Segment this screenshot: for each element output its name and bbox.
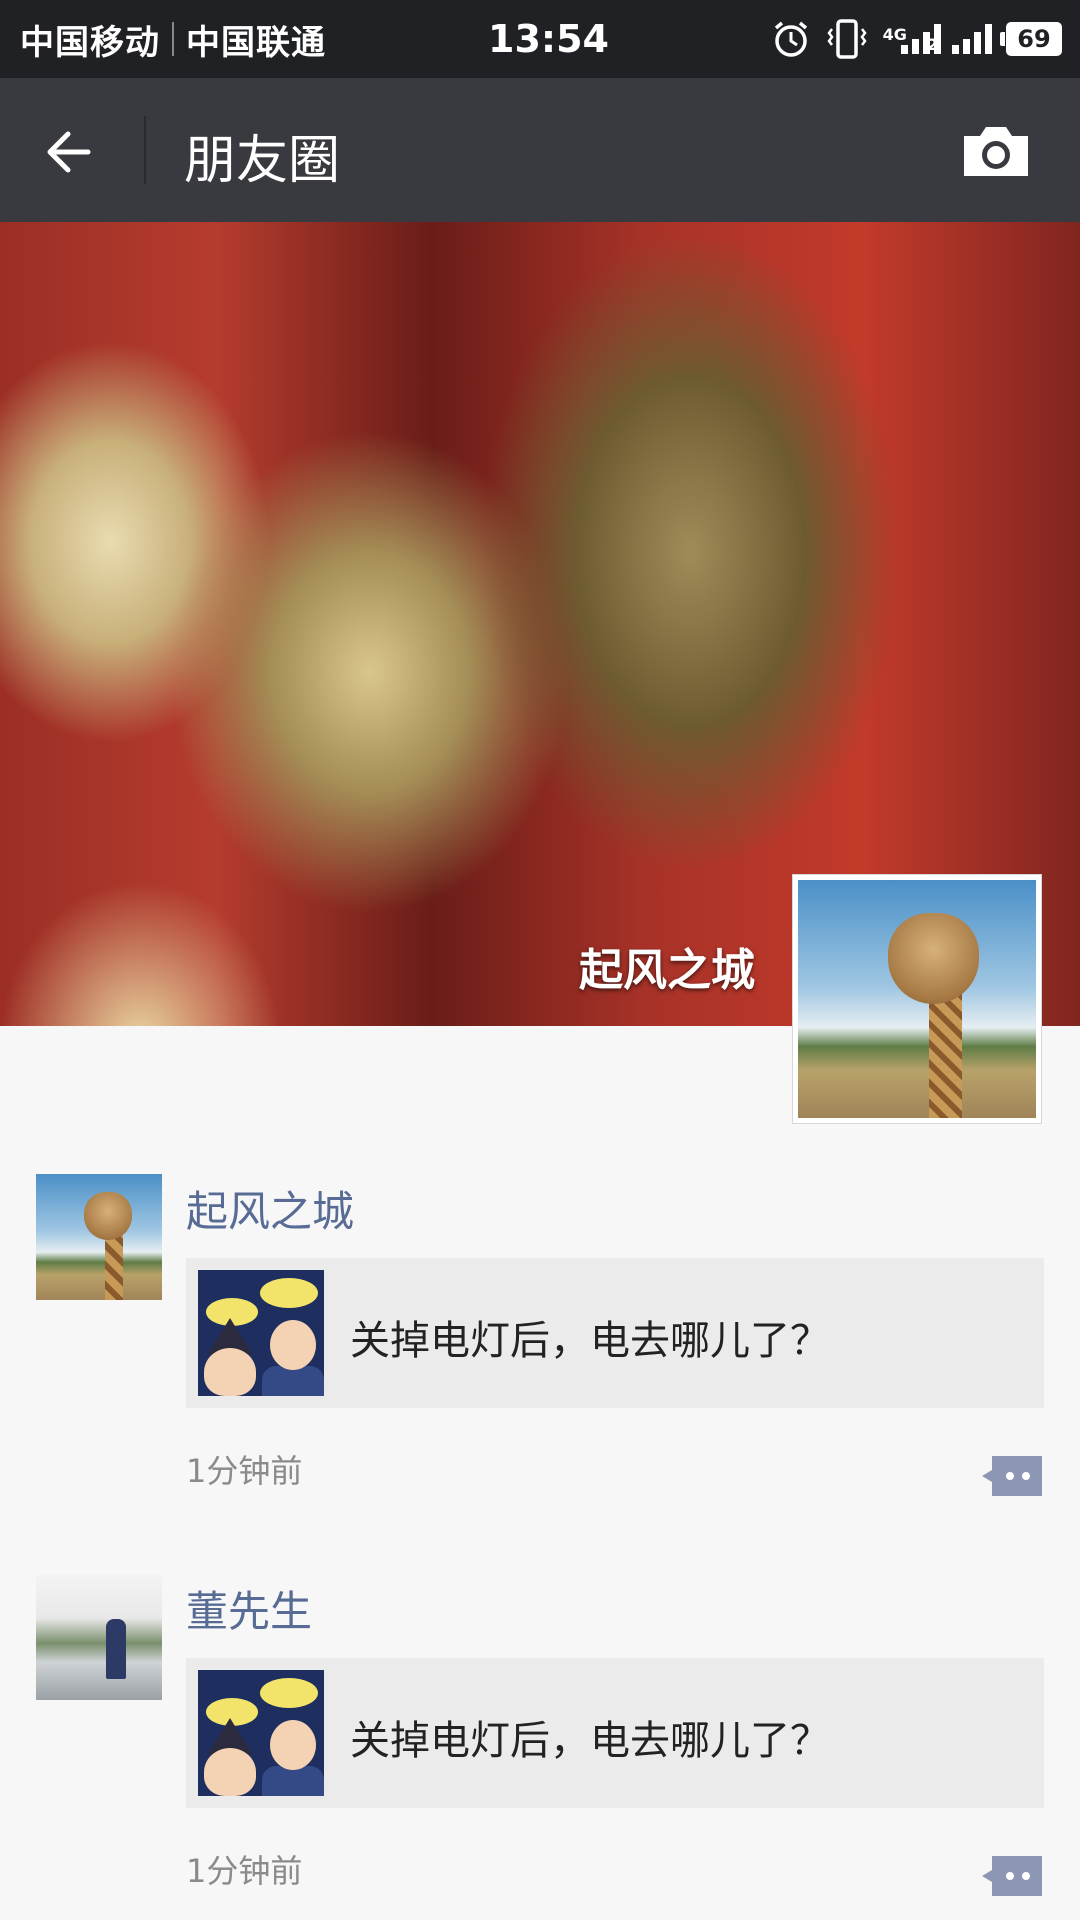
link-thumbnail <box>198 1670 324 1796</box>
camera-icon[interactable] <box>960 122 1032 180</box>
post-author-name[interactable]: 董先生 <box>186 1578 312 1639</box>
shared-link-card[interactable]: 关掉电灯后，电去哪儿了？ <box>186 1258 1044 1408</box>
comment-icon[interactable] <box>980 1854 1044 1898</box>
signal-4g: 4G 2 <box>882 24 941 54</box>
carrier-1: 中国移动 <box>20 22 160 63</box>
giraffe-avatar-image <box>798 880 1036 1118</box>
post-avatar[interactable] <box>36 1574 162 1700</box>
post-avatar[interactable] <box>36 1174 162 1300</box>
status-icons: 4G 2 69 <box>771 17 1062 61</box>
link-title: 关掉电灯后，电去哪儿了？ <box>350 1718 830 1764</box>
vibrate-icon <box>827 19 867 59</box>
post-time: 1分钟前 <box>186 1452 303 1490</box>
header-divider <box>144 116 146 184</box>
status-time: 13:54 <box>488 17 609 61</box>
battery-level: 69 <box>1017 25 1051 53</box>
comment-icon[interactable] <box>980 1454 1044 1498</box>
cover-user-name[interactable]: 起风之城 <box>579 934 755 998</box>
carrier-info: 中国移动 中国联通 <box>20 15 326 64</box>
battery-icon: 69 <box>1000 22 1062 56</box>
back-arrow-icon[interactable] <box>40 122 100 182</box>
network-label: 4G <box>882 25 907 44</box>
signal-icon <box>952 24 992 54</box>
header: 朋友圈 <box>0 78 1080 222</box>
link-thumbnail <box>198 1270 324 1396</box>
page-title: 朋友圈 <box>184 131 341 191</box>
carrier-divider <box>172 22 174 56</box>
link-title: 关掉电灯后，电去哪儿了？ <box>350 1318 830 1364</box>
profile-avatar[interactable] <box>792 874 1042 1124</box>
shared-link-card[interactable]: 关掉电灯后，电去哪儿了？ <box>186 1658 1044 1808</box>
alarm-icon <box>774 21 807 57</box>
giraffe-avatar-image <box>36 1174 162 1300</box>
post-author-name[interactable]: 起风之城 <box>186 1178 354 1239</box>
post-time: 1分钟前 <box>186 1852 303 1890</box>
status-bar: 中国移动 中国联通 13:54 4G 2 69 <box>0 0 1080 78</box>
carrier-2: 中国联通 <box>186 22 326 63</box>
sim2-label: 2 <box>926 35 938 54</box>
